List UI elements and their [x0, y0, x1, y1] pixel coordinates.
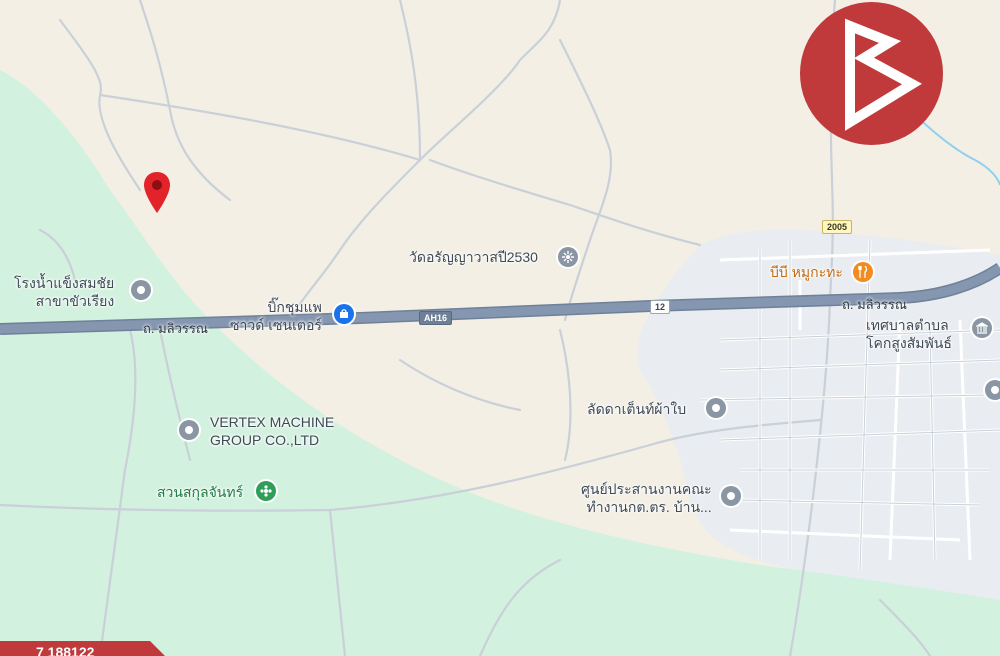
gray-pin-icon[interactable]	[985, 380, 1000, 400]
poi-center-label[interactable]: ศูนย์ประสานงานคณะ ทำงานกต.ตร. บ้าน...	[581, 480, 712, 516]
poi-big-chum-phae-label[interactable]: บิ๊กชุมแพ ซาวด์ เซนเตอร์	[230, 298, 322, 334]
road-label-malivan-right: ถ. มลิวรรณ	[842, 297, 907, 312]
gray-pin-icon[interactable]	[131, 280, 151, 300]
government-icon[interactable]	[972, 318, 992, 338]
poi-vertex-label[interactable]: VERTEX MACHINE GROUP CO.,LTD	[210, 413, 334, 449]
b-arrow-icon	[845, 18, 923, 131]
poi-big-chum-phae-line2: ซาวด์ เซนเตอร์	[230, 317, 322, 333]
brand-logo[interactable]	[800, 2, 943, 145]
poi-vertex-line2: GROUP CO.,LTD	[210, 432, 320, 448]
poi-center-line1: ศูนย์ประสานงานคณะ	[581, 481, 712, 497]
poi-center-line2: ทำงานกต.ตร. บ้าน...	[586, 499, 712, 515]
poi-municipality-line1: เทศบาลตำบล	[866, 317, 949, 333]
poi-vertex-line1: VERTEX MACHINE	[210, 414, 335, 430]
poi-municipality-line2: โคกสูงสัมพันธ์	[866, 335, 952, 351]
poi-garden-label[interactable]: สวนสกุลจันทร์	[157, 483, 243, 501]
poi-ice-factory-label[interactable]: โรงน้ำแข็งสมชัย สาขาขัวเรียง	[14, 274, 114, 310]
poi-temple-label[interactable]: วัดอรัญญาวาสปี2530	[409, 248, 538, 266]
temple-icon[interactable]	[558, 247, 578, 267]
poi-ice-factory-line1: โรงน้ำแข็งสมชัย	[14, 275, 115, 291]
gray-pin-icon[interactable]	[706, 398, 726, 418]
road-label-malivan-left: ถ. มลิวรรณ	[143, 321, 208, 336]
poi-municipality-label[interactable]: เทศบาลตำบล โคกสูงสัมพันธ์	[866, 316, 952, 352]
poi-ice-factory-line2: สาขาขัวเรียง	[35, 293, 115, 309]
shopping-bag-icon[interactable]	[334, 304, 354, 324]
gray-pin-icon[interactable]	[179, 420, 199, 440]
gray-pin-icon[interactable]	[721, 486, 741, 506]
route-12-shield: 12	[650, 300, 671, 314]
park-icon[interactable]	[256, 481, 276, 501]
route-2005-shield: 2005	[822, 220, 853, 234]
poi-big-chum-phae-line1: บิ๊กชุมแพ	[267, 299, 322, 315]
ah16-shield: AH16	[419, 311, 453, 325]
restaurant-icon[interactable]	[853, 262, 873, 282]
listing-id-banner: 7 188122	[0, 641, 165, 656]
poi-tent-label[interactable]: ลัดดาเต็นท์ผ้าใบ	[587, 400, 686, 418]
red-location-pin[interactable]	[142, 171, 172, 215]
poi-bb-mookata-label[interactable]: บีบี หมูกะทะ	[770, 263, 843, 281]
